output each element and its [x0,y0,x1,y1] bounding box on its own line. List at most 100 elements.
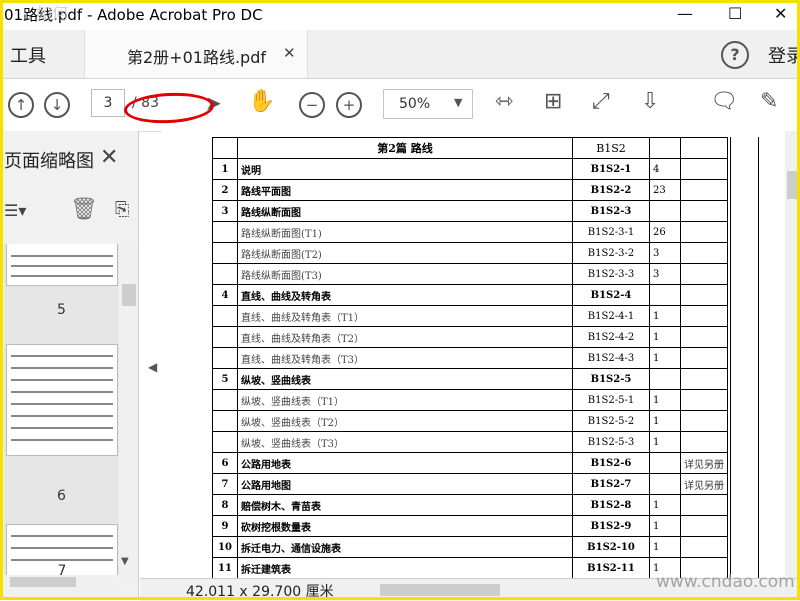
panel-title: 页面缩略图 [4,151,94,172]
row-remark [680,221,728,243]
row-number: 11 [212,557,238,578]
title-bar: 01路线.pdf - Adobe Acrobat Pro DC — ☐ ✕ [0,0,800,30]
next-page-icon[interactable]: ↓ [44,92,70,118]
comment-icon[interactable]: 🗨 [710,89,738,114]
table-title: 第2篇 路线 [237,137,573,159]
row-pages [649,368,681,390]
maximize-icon[interactable]: ☐ [728,4,742,23]
row-pages [649,473,681,495]
row-title: 砍树挖根数量表 [237,515,573,537]
document-view[interactable]: 第2篇 路线 B1S2 1 说明 B1S2-1 4 2 路线平面图 B1S2-2 23 3 路线纵… [162,131,800,578]
row-pages [649,284,681,306]
more-tools-icon[interactable]: ⎘ [115,199,129,220]
row-pages: 1 [649,431,681,453]
hand-tool-icon[interactable]: ✋ [248,89,275,114]
document-hscrollbar[interactable] [380,584,500,596]
row-code: B1S2-2 [572,179,650,201]
page-number-input[interactable] [91,89,125,117]
table-row: 直线、曲线及转角表（T1） B1S2-4-1 1 [212,305,728,327]
row-title: 赔偿树木、青苗表 [237,494,573,516]
row-number [212,326,238,348]
row-remark [680,410,728,432]
row-pages: 1 [649,305,681,327]
highlight-pen-icon[interactable]: ✎ [760,89,778,114]
close-tab-icon[interactable]: ✕ [283,44,296,62]
row-pages: 1 [649,326,681,348]
row-remark [680,326,728,348]
table-row: 路线纵断面图(T3) B1S2-3-3 3 [212,263,728,285]
row-number: 10 [212,536,238,558]
row-code: B1S2-7 [572,473,650,495]
thumbnail-scrollbar[interactable] [120,244,138,584]
table-code-header: B1S2 [572,137,650,159]
row-code: B1S2-4-3 [572,347,650,369]
row-code: B1S2-5-2 [572,410,650,432]
row-code: B1S2-5-3 [572,431,650,453]
scroll-mode-icon[interactable]: ⇩ [641,89,659,114]
row-title: 路线纵断面图 [237,200,573,222]
minimize-icon[interactable]: — [677,4,693,23]
full-screen-icon[interactable]: ⤢ [592,89,610,114]
row-code: B1S2-4-1 [572,305,650,327]
table-row: 1 说明 B1S2-1 4 [212,158,728,180]
zoom-in-icon[interactable]: + [336,92,362,118]
row-code: B1S2-11 [572,557,650,578]
row-remark [680,305,728,327]
zoom-select[interactable]: 50% ▼ [383,89,473,119]
row-code: B1S2-3-1 [572,221,650,243]
table-header-row: 第2篇 路线 B1S2 [212,137,728,159]
row-title: 纵坡、竖曲线表（T1） [237,389,573,411]
table-row: 7 公路用地图 B1S2-7 详见另册 [212,473,728,495]
options-menu-icon[interactable]: ☰▾ [4,201,26,220]
trash-icon[interactable]: 🗑 [70,197,98,222]
row-code: B1S2-5 [572,368,650,390]
row-pages: 1 [649,536,681,558]
table-row: 5 纵坡、竖曲线表 B1S2-5 [212,368,728,390]
row-code: B1S2-1 [572,158,650,180]
page-dimensions: 42.011 x 29.700 厘米 [186,584,334,600]
row-title: 路线纵断面图(T2) [237,242,573,264]
row-title: 路线平面图 [237,179,573,201]
row-title: 公路用地表 [237,452,573,474]
row-title: 路线纵断面图(T3) [237,263,573,285]
row-title: 公路用地图 [237,473,573,495]
table-row: 4 直线、曲线及转角表 B1S2-4 [212,284,728,306]
row-number [212,221,238,243]
table-row: 直线、曲线及转角表（T3） B1S2-4-3 1 [212,347,728,369]
row-number: 3 [212,200,238,222]
close-panel-icon[interactable]: ✕ [100,145,118,170]
row-number [212,242,238,264]
row-code: B1S2-4-2 [572,326,650,348]
help-icon[interactable]: ? [721,41,749,69]
collapse-panel-icon[interactable]: ◀ [148,360,157,374]
row-code: B1S2-3-2 [572,242,650,264]
tab-tools[interactable]: 工具 [10,42,46,68]
close-window-icon[interactable]: ✕ [774,4,787,23]
row-title: 拆迁建筑表 [237,557,573,578]
login-button[interactable]: 登录 [768,42,800,68]
row-title: 直线、曲线及转角表（T1） [237,305,573,327]
scroll-down-arrow-icon[interactable]: ▼ [121,556,129,567]
row-number: 2 [212,179,238,201]
page-thumbnail-6[interactable] [6,344,118,456]
thumbnail-list: 5 6 7 [4,244,119,584]
site-watermark: www.cndao.com [656,572,795,592]
table-row: 8 赔偿树木、青苗表 B1S2-8 1 [212,494,728,516]
tab-bar: 工具 第2册+01路线.pdf ✕ ? 登录 [0,30,800,79]
previous-page-icon[interactable]: ↑ [8,92,34,118]
row-number: 4 [212,284,238,306]
row-number [212,431,238,453]
thumbnail-hscrollbar[interactable] [4,575,119,589]
table-row: 纵坡、竖曲线表（T1） B1S2-5-1 1 [212,389,728,411]
fit-width-icon[interactable]: ⇿ [495,89,513,114]
page-thumbnail-5[interactable] [6,244,118,286]
row-remark [680,200,728,222]
zoom-out-icon[interactable]: − [299,92,325,118]
tab-document[interactable]: 第2册+01路线.pdf ✕ [84,30,308,78]
row-pages: 1 [649,515,681,537]
document-scrollbar[interactable] [785,131,800,578]
thumbnail-panel: 页面缩略图 ✕ ☰▾ 🗑 ⎘ 5 6 7 ▼ [0,131,139,600]
fit-page-icon[interactable]: ⊞ [544,89,562,114]
row-title: 路线纵断面图(T1) [237,221,573,243]
table-row: 11 拆迁建筑表 B1S2-11 1 [212,557,728,578]
